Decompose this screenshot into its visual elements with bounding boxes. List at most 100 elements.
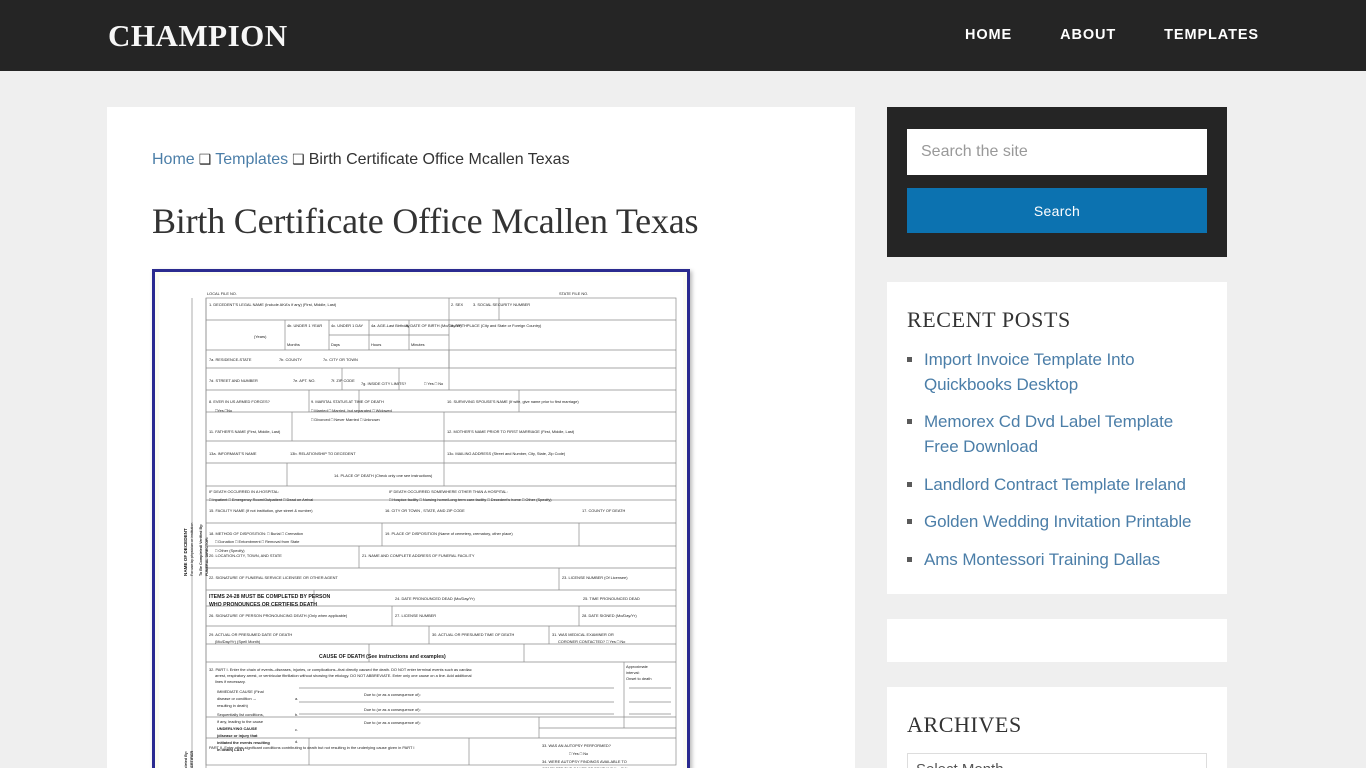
svg-text:Due to (or as a consequence of: Due to (or as a consequence of): (364, 692, 421, 697)
svg-text:13b. RELATIONSHIP TO DECEDENT: 13b. RELATIONSHIP TO DECEDENT (290, 451, 356, 456)
svg-text:b.: b. (295, 712, 298, 717)
recent-post-link[interactable]: Import Invoice Template Into Quickbooks … (924, 350, 1135, 394)
svg-text:21. NAME AND COMPLETE ADDRES: 21. NAME AND COMPLETE ADDRESS OF FUNERAL… (362, 553, 475, 558)
svg-text:UNDERLYING CAUSE: UNDERLYING CAUSE (217, 726, 257, 731)
svg-text:interval:: interval: (626, 670, 640, 675)
recent-post-link[interactable]: Landlord Contract Template Ireland (924, 475, 1186, 494)
recent-post-link[interactable]: Golden Wedding Invitation Printable (924, 512, 1192, 531)
svg-text:For use by physician or instit: For use by physician or institution (190, 522, 194, 575)
svg-text:19. PLACE OF DISPOSITION (Nam: 19. PLACE OF DISPOSITION (Name of cemete… (385, 531, 513, 536)
svg-text:IF DEATH OCCURRED SOMEWHERE O: IF DEATH OCCURRED SOMEWHERE OTHER THAN A… (389, 489, 508, 494)
svg-text:33. WAS AN AUTOPSY PERFORMED?: 33. WAS AN AUTOPSY PERFORMED? (542, 743, 612, 748)
svg-text:□ Married □ Married, but se: □ Married □ Married, but separated □ Wid… (311, 408, 392, 413)
svg-text:FUNERAL DIRECTOR:: FUNERAL DIRECTOR: (205, 537, 209, 576)
list-item: Golden Wedding Invitation Printable (907, 510, 1207, 535)
svg-text:□ Yes □ No: □ Yes □ No (569, 751, 588, 756)
search-button[interactable]: Search (907, 188, 1207, 233)
archives-widget: ARCHIVES Select Month (887, 687, 1227, 768)
svg-text:IF DEATH OCCURRED IN A HOSPITA: IF DEATH OCCURRED IN A HOSPITAL: (209, 489, 279, 494)
svg-text:□ Divorced □ Never Married: □ Divorced □ Never Married □ Unknown (311, 417, 380, 422)
svg-text:23. LICENSE NUMBER (Of Licen: 23. LICENSE NUMBER (Of Licensee) (562, 575, 628, 580)
svg-text:16. CITY OR TOWN , STATE, AND: 16. CITY OR TOWN , STATE, AND ZIP CODE (385, 508, 465, 513)
svg-text:25. TIME PRONOUNCED DEAD: 25. TIME PRONOUNCED DEAD (583, 596, 640, 601)
svg-text:c.: c. (295, 727, 298, 732)
svg-text:(Years): (Years) (254, 334, 267, 339)
svg-text:if any, leading to the cause: if any, leading to the cause (217, 719, 263, 724)
svg-text:ITEMS 24-28 MUST BE COMPLETED: ITEMS 24-28 MUST BE COMPLETED BY PERSON (209, 594, 331, 600)
svg-text:CAUSE OF DEATH (See instructio: CAUSE OF DEATH (See instructions and exa… (319, 654, 446, 660)
svg-text:7f. ZIP CODE: 7f. ZIP CODE (331, 378, 355, 383)
svg-text:IMMEDIATE CAUSE (Final: IMMEDIATE CAUSE (Final (217, 689, 264, 694)
svg-text:Due to (or as a consequence of: Due to (or as a consequence of): (364, 707, 421, 712)
svg-text:Onset to death: Onset to death (626, 676, 652, 681)
svg-text:□ Hospice facility □ Nursing: □ Hospice facility □ Nursing home/Long t… (389, 497, 552, 502)
breadcrumb-separator-icon: ❑ (292, 151, 305, 167)
svg-text:13a. INFORMANT'S NAME: 13a. INFORMANT'S NAME (209, 451, 257, 456)
recent-post-link[interactable]: Memorex Cd Dvd Label Template Free Downl… (924, 412, 1173, 456)
svg-text:7b. COUNTY: 7b. COUNTY (279, 357, 302, 362)
svg-text:2. SEX: 2. SEX (451, 302, 464, 307)
recent-posts-list: Import Invoice Template Into Quickbooks … (907, 348, 1207, 572)
svg-text:10. SURVIVING SPOUSE'S NAME: 10. SURVIVING SPOUSE'S NAME (If wife, gi… (447, 399, 579, 404)
svg-text:a.: a. (295, 696, 298, 701)
sidebar: Search RECENT POSTS Import Invoice Templ… (887, 107, 1227, 768)
svg-text:NAME OF DECEDENT: NAME OF DECEDENT (183, 528, 188, 576)
svg-text:disease or condition →: disease or condition → (217, 696, 257, 701)
svg-text:CORONER CONTACTED? □ Yes □ No: CORONER CONTACTED? □ Yes □ No (558, 639, 625, 644)
svg-text:9. MARITAL STATUS AT TIME OF: 9. MARITAL STATUS AT TIME OF DEATH (311, 399, 384, 404)
breadcrumb-link-home[interactable]: Home (152, 151, 195, 168)
svg-text:□ Donation □ Entombment □ Re: □ Donation □ Entombment □ Removal from S… (215, 539, 299, 544)
svg-text:Hours: Hours (371, 342, 381, 347)
nav-item-templates[interactable]: TEMPLATES (1140, 28, 1259, 43)
svg-text:in death) LAST: in death) LAST (217, 747, 245, 752)
search-widget: Search (887, 107, 1227, 257)
svg-text:7g. INSIDE CITY LIMITS?: 7g. INSIDE CITY LIMITS? (361, 381, 407, 386)
svg-text:4a. AGE-Last Birthday: 4a. AGE-Last Birthday (371, 323, 410, 328)
svg-text:(disease or injury that: (disease or injury that (217, 733, 258, 738)
svg-text:arrest, respiratory arrest, or: arrest, respiratory arrest, or ventricul… (215, 673, 472, 678)
svg-text:7e. APT. NO.: 7e. APT. NO. (293, 378, 316, 383)
svg-text:28. DATE SIGNED (Mo/Day/Yr): 28. DATE SIGNED (Mo/Day/Yr) (582, 613, 637, 618)
svg-text:14. PLACE OF DEATH (Check onl: 14. PLACE OF DEATH (Check only one see i… (334, 473, 433, 478)
svg-text:30. ACTUAL OR PRESUMED TIME O: 30. ACTUAL OR PRESUMED TIME OF DEATH (432, 632, 514, 637)
breadcrumb-link-templates[interactable]: Templates (215, 151, 288, 168)
svg-text:Minutes: Minutes (411, 342, 425, 347)
svg-text:MEDICAL CERTIFIER: MEDICAL CERTIFIER (190, 750, 194, 768)
header-inner: CHAMPION HOME ABOUT TEMPLATES (107, 20, 1259, 51)
svg-text:26. SIGNATURE OF PERSON PRONO: 26. SIGNATURE OF PERSON PRONOUNCING DEAT… (209, 613, 348, 618)
list-item: Import Invoice Template Into Quickbooks … (907, 348, 1207, 397)
svg-text:4b. UNDER 1 YEAR: 4b. UNDER 1 YEAR (287, 323, 322, 328)
main-content: Home ❑ Templates ❑ Birth Certificate Office … (107, 107, 855, 768)
certificate-form-image[interactable]: LOCAL FILE NO. STATE FILE NO. 1. DECEDEN… (152, 268, 690, 768)
svg-text:3. SOCIAL SECURITY NUMBER: 3. SOCIAL SECURITY NUMBER (473, 302, 530, 307)
site-inner: Home ❑ Templates ❑ Birth Certificate Office … (107, 71, 1259, 768)
page-title: Birth Certificate Office Mcallen Texas (152, 200, 699, 241)
svg-text:24. DATE PRONOUNCED DEAD (Mo/: 24. DATE PRONOUNCED DEAD (Mo/Day/Yr) (395, 596, 475, 601)
svg-text:Due to (or as a consequence of: Due to (or as a consequence of): (364, 720, 421, 725)
breadcrumb: Home ❑ Templates ❑ Birth Certificate Office … (152, 147, 810, 173)
primary-navigation: HOME ABOUT TEMPLATES (941, 28, 1259, 43)
search-input[interactable] (907, 129, 1207, 175)
svg-text:22. SIGNATURE OF FUNERAL SERV: 22. SIGNATURE OF FUNERAL SERVICE LICENSE… (209, 575, 338, 580)
svg-text:Days: Days (331, 342, 340, 347)
svg-text:1. DECEDENT'S LEGAL NAME (In: 1. DECEDENT'S LEGAL NAME (Include AKA's … (209, 302, 337, 307)
site-logo-title[interactable]: CHAMPION (107, 20, 288, 51)
svg-text:29. ACTUAL OR PRESUMED DATE O: 29. ACTUAL OR PRESUMED DATE OF DEATH (209, 632, 292, 637)
recent-posts-widget: RECENT POSTS Import Invoice Template Int… (887, 282, 1227, 595)
svg-text:18. METHOD OF DISPOSITION:: 18. METHOD OF DISPOSITION: □ Burial □ Cr… (209, 531, 303, 536)
archives-select[interactable]: Select Month (907, 753, 1207, 768)
svg-text:32. PART I. Enter the chain: 32. PART I. Enter the chain of events--d… (209, 667, 472, 672)
nav-item-home[interactable]: HOME (941, 28, 1036, 43)
svg-text:Sequentially list conditions,: Sequentially list conditions, (217, 712, 264, 717)
svg-text:7a. RESIDENCE-STATE: 7a. RESIDENCE-STATE (209, 357, 252, 362)
svg-text:6. BIRTHPLACE (City and State: 6. BIRTHPLACE (City and State or Foreign… (451, 323, 542, 328)
svg-text:4c. UNDER 1 DAY: 4c. UNDER 1 DAY (331, 323, 364, 328)
nav-item-about[interactable]: ABOUT (1036, 28, 1140, 43)
svg-text:Approximate: Approximate (626, 664, 648, 669)
svg-text:□ Inpatient □ Emergency Room/: □ Inpatient □ Emergency Room/Outpatient … (209, 497, 313, 502)
site-header: CHAMPION HOME ABOUT TEMPLATES (0, 0, 1366, 71)
svg-text:lines if necessary.: lines if necessary. (215, 679, 246, 684)
svg-text:To Be Completed By:: To Be Completed By: (184, 751, 188, 768)
recent-post-link[interactable]: Ams Montessori Training Dallas (924, 550, 1160, 569)
svg-text:WHO PRONOUNCES OR CERTIFIES DE: WHO PRONOUNCES OR CERTIFIES DEATH (209, 602, 317, 608)
